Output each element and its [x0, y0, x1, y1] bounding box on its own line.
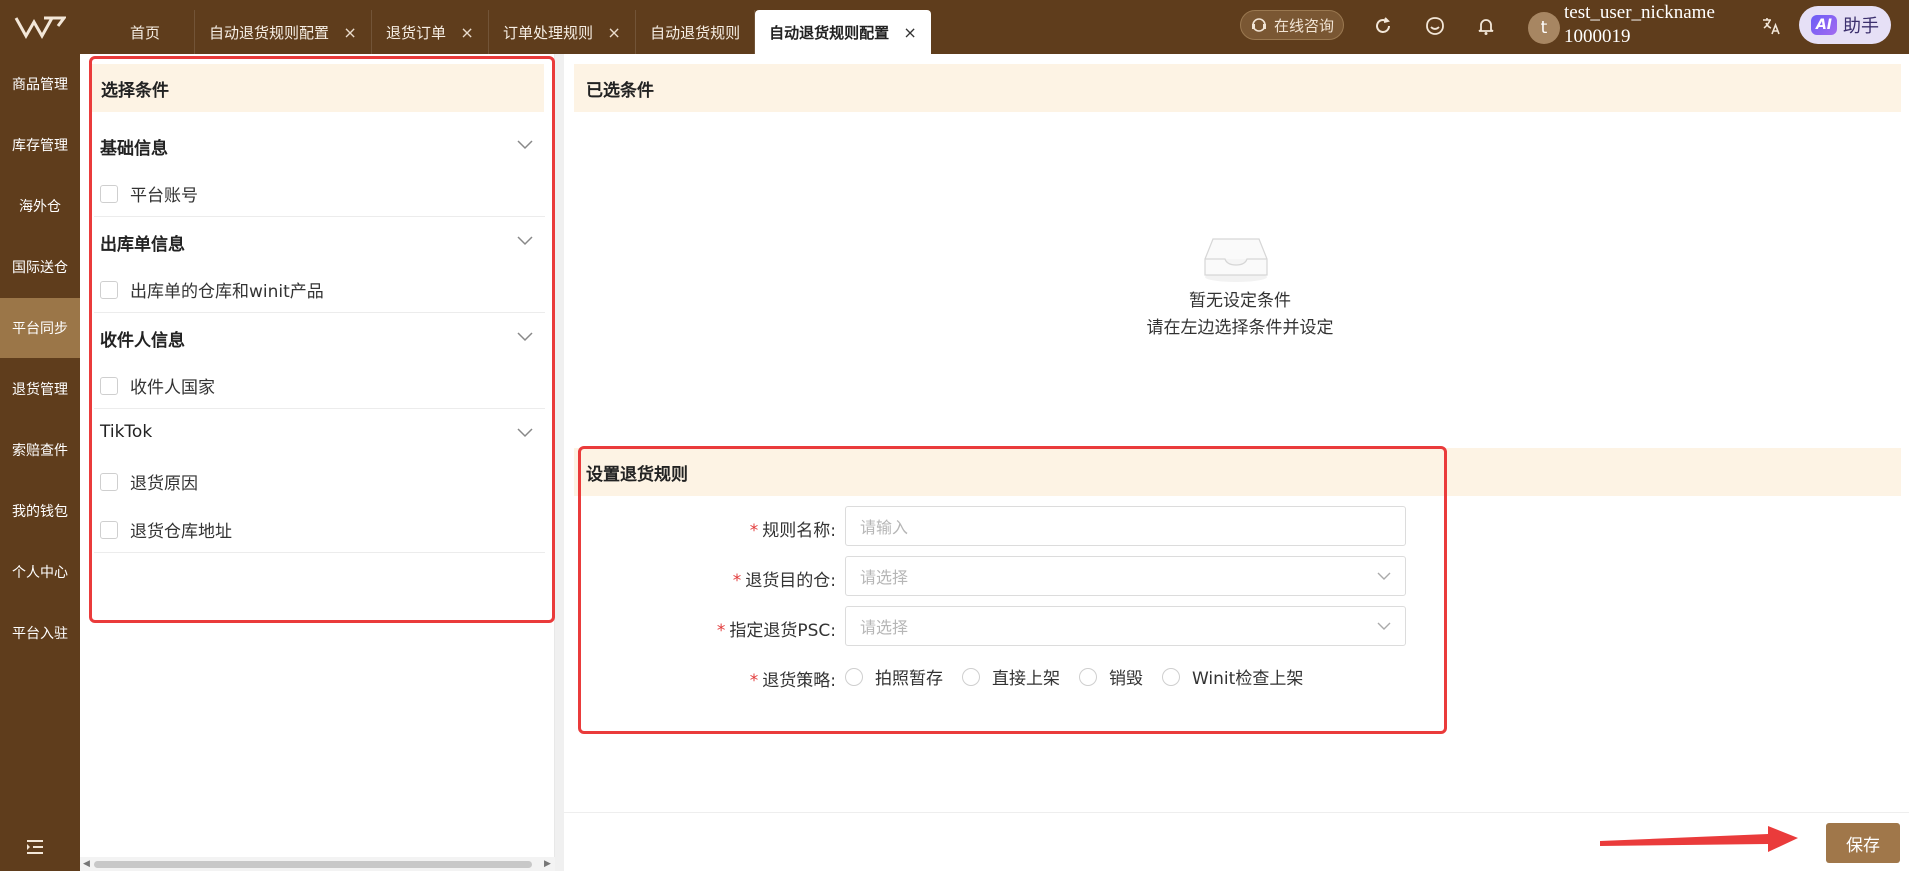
menu-collapse-icon[interactable]: [24, 836, 46, 858]
sidebar-item-platform-sync[interactable]: 平台同步: [0, 298, 80, 358]
user-nickname: test_user_nickname: [1564, 2, 1715, 23]
close-icon[interactable]: ×: [903, 23, 917, 42]
ai-assistant-button[interactable]: AI 助手: [1799, 6, 1891, 44]
empty-inbox-icon: [1204, 238, 1268, 282]
headset-icon: [1251, 18, 1266, 32]
tab-bar: 首页 自动退货规则配置 × 退货订单 × 订单处理规则 × 自动退货规则 自动退…: [96, 10, 932, 54]
empty-state-hint: 请在左边选择条件并设定: [1146, 318, 1334, 338]
winit-logo-icon[interactable]: [14, 10, 66, 44]
tab-home[interactable]: 首页: [96, 10, 196, 54]
refresh-icon[interactable]: [1370, 13, 1396, 39]
highlight-box-conditions: [89, 56, 555, 623]
scroll-left-icon[interactable]: ◀: [83, 859, 90, 869]
save-button[interactable]: 保存: [1826, 823, 1900, 863]
bell-icon[interactable]: [1473, 13, 1499, 39]
sidebar-item-international-delivery[interactable]: 国际送仓: [0, 237, 80, 297]
highlight-box-rule-form: [578, 446, 1447, 734]
empty-state-title: 暂无设定条件: [1189, 291, 1291, 311]
ai-badge: AI: [1810, 15, 1838, 35]
sidebar: 商品管理 库存管理 海外仓 国际送仓 平台同步 退货管理 索赔查件 我的钱包 个…: [0, 54, 80, 871]
translate-icon[interactable]: [1758, 13, 1784, 39]
sidebar-item-wallet[interactable]: 我的钱包: [0, 481, 80, 541]
scroll-right-icon[interactable]: ▶: [544, 859, 551, 869]
scrollbar-thumb[interactable]: [94, 861, 532, 868]
horizontal-scrollbar[interactable]: ◀ ▶: [80, 857, 555, 871]
sidebar-item-overseas-warehouse[interactable]: 海外仓: [0, 176, 80, 236]
top-bar: 首页 自动退货规则配置 × 退货订单 × 订单处理规则 × 自动退货规则 自动退…: [0, 0, 1909, 54]
sidebar-item-personal-center[interactable]: 个人中心: [0, 542, 80, 602]
sidebar-item-inventory[interactable]: 库存管理: [0, 115, 80, 175]
footer-divider: [564, 812, 1909, 813]
user-info[interactable]: test_user_nickname 1000019: [1564, 1, 1715, 49]
user-id: 1000019: [1564, 26, 1631, 47]
selected-conditions-header: 已选条件: [574, 64, 1901, 112]
smile-icon[interactable]: [1422, 13, 1448, 39]
tab-order-rules[interactable]: 订单处理规则 ×: [489, 10, 637, 54]
tab-return-orders[interactable]: 退货订单 ×: [372, 10, 490, 54]
tab-auto-return-rules[interactable]: 自动退货规则: [636, 10, 756, 54]
sidebar-item-platform-onboarding[interactable]: 平台入驻: [0, 603, 80, 663]
online-consult-button[interactable]: 在线咨询: [1240, 10, 1344, 40]
sidebar-item-products[interactable]: 商品管理: [0, 54, 80, 114]
tab-auto-return-config-active[interactable]: 自动退货规则配置 ×: [755, 10, 932, 54]
tab-auto-return-config[interactable]: 自动退货规则配置 ×: [195, 10, 373, 54]
sidebar-item-claims[interactable]: 索赔查件: [0, 420, 80, 480]
close-icon[interactable]: ×: [343, 23, 357, 42]
sidebar-item-returns[interactable]: 退货管理: [0, 359, 80, 419]
close-icon[interactable]: ×: [607, 23, 621, 42]
avatar[interactable]: t: [1528, 12, 1560, 44]
pointer-arrow-icon: [1600, 826, 1798, 852]
close-icon[interactable]: ×: [460, 23, 474, 42]
